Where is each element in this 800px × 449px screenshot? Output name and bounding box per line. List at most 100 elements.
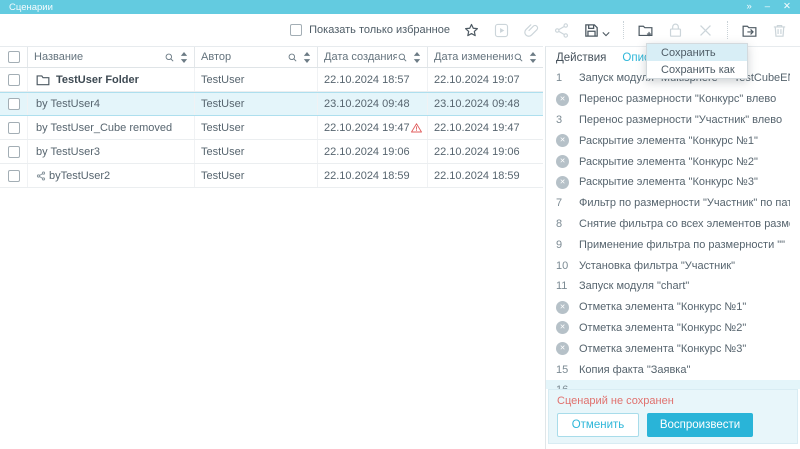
unsaved-status: Сценарий не сохранен: [557, 395, 789, 407]
sort-icon[interactable]: [180, 52, 188, 63]
row-name: TestUser Folder: [56, 74, 139, 86]
row-modified: 22.10.2024 19:47: [428, 116, 543, 139]
clear-icon[interactable]: [697, 22, 714, 39]
action-item[interactable]: Раскрытие элемента "Конкурс №2": [546, 151, 800, 172]
title-bar: Сценарии » – ✕: [0, 0, 800, 14]
search-icon[interactable]: [513, 52, 524, 63]
row-author: TestUser: [195, 68, 318, 91]
actions-list: 1Запуск модуля "Multisphere" – TestCubeE…: [546, 68, 800, 389]
action-item[interactable]: 10Установка фильтра "Участник": [546, 255, 800, 276]
row-author: TestUser: [195, 116, 318, 139]
delete-icon[interactable]: [771, 22, 788, 39]
shared-icon: [36, 171, 46, 181]
row-checkbox[interactable]: [8, 170, 20, 182]
action-item[interactable]: 8Снятие фильтра со всех элементов размер…: [546, 214, 800, 235]
replay-button[interactable]: Воспроизвести: [647, 413, 753, 437]
action-item[interactable]: Раскрытие элемента "Конкурс №3": [546, 172, 800, 193]
share-icon[interactable]: [553, 22, 570, 39]
row-checkbox[interactable]: [8, 122, 20, 134]
minimize-button[interactable]: –: [765, 0, 770, 14]
row-author: TestUser: [195, 93, 318, 115]
sort-icon[interactable]: [529, 52, 537, 63]
remove-action-icon[interactable]: [556, 301, 569, 314]
sort-icon[interactable]: [303, 52, 311, 63]
table-row[interactable]: by TestUser_Cube removed TestUser 22.10.…: [0, 116, 543, 140]
warning-icon: [410, 122, 423, 134]
tab-actions[interactable]: Действия: [556, 52, 606, 64]
row-name: byTestUser2: [49, 170, 110, 182]
table-row[interactable]: by TestUser3 TestUser 22.10.2024 19:06 2…: [0, 140, 543, 164]
table-row-folder[interactable]: TestUser Folder TestUser 22.10.2024 18:5…: [0, 68, 543, 92]
window-title: Сценарии: [9, 2, 53, 13]
table-row[interactable]: byTestUser2 TestUser 22.10.2024 18:59 22…: [0, 164, 543, 188]
row-checkbox[interactable]: [8, 74, 20, 86]
row-modified: 22.10.2024 19:06: [428, 140, 543, 163]
attach-icon[interactable]: [523, 22, 540, 39]
favorites-only-label: Показать только избранное: [309, 24, 450, 36]
toolbar: Показать только избранное: [0, 14, 800, 46]
row-modified: 22.10.2024 18:59: [428, 164, 543, 187]
row-created: 22.10.2024 19:06: [318, 140, 428, 163]
search-icon[interactable]: [164, 52, 175, 63]
action-item[interactable]: Перенос размерности "Конкурс" влево: [546, 89, 800, 110]
remove-action-icon[interactable]: [556, 134, 569, 147]
toolbar-separator: [623, 21, 624, 39]
remove-action-icon[interactable]: [556, 176, 569, 189]
select-all-cell: [0, 47, 28, 67]
search-icon[interactable]: [287, 52, 298, 63]
folder-icon: [36, 74, 50, 86]
remove-action-icon[interactable]: [556, 342, 569, 355]
favorite-star-icon[interactable]: [463, 22, 480, 39]
action-item[interactable]: 16…: [546, 380, 800, 389]
row-created: 23.10.2024 09:48: [318, 93, 428, 115]
action-item[interactable]: Отметка элемента "Конкурс №3": [546, 338, 800, 359]
row-created: 22.10.2024 19:47: [324, 122, 410, 134]
more-windows-button[interactable]: »: [746, 0, 751, 14]
search-icon[interactable]: [397, 52, 408, 63]
select-all-checkbox[interactable]: [8, 51, 20, 63]
action-item[interactable]: 3Перенос размерности "Участник" влево: [546, 110, 800, 131]
action-item[interactable]: Отметка элемента "Конкурс №2": [546, 318, 800, 339]
table-row-selected[interactable]: by TestUser4 TestUser 23.10.2024 09:48 2…: [0, 92, 543, 116]
chevron-down-icon: [602, 24, 610, 30]
column-header-author[interactable]: Автор: [195, 47, 318, 67]
folder-add-icon[interactable]: [637, 22, 654, 39]
action-item[interactable]: 15Копия факта "Заявка": [546, 359, 800, 380]
row-name: by TestUser_Cube removed: [36, 122, 172, 134]
row-modified: 23.10.2024 09:48: [428, 93, 543, 115]
remove-action-icon[interactable]: [556, 321, 569, 334]
favorites-only-checkbox[interactable]: [290, 24, 302, 36]
menu-item-save-as[interactable]: Сохранить как: [647, 61, 747, 78]
scenario-footer: Сценарий не сохранен Отменить Воспроизве…: [548, 389, 798, 444]
row-created: 22.10.2024 18:59: [318, 164, 428, 187]
save-icon: [583, 22, 600, 39]
row-checkbox[interactable]: [8, 98, 20, 110]
toolbar-separator: [727, 21, 728, 39]
sort-icon[interactable]: [413, 52, 421, 63]
scenario-detail-panel: Действия Описание 1Запуск модуля "Multis…: [545, 46, 800, 449]
row-modified: 22.10.2024 19:07: [428, 68, 543, 91]
scenarios-table: TestUser Folder TestUser 22.10.2024 18:5…: [0, 68, 543, 188]
cancel-button[interactable]: Отменить: [557, 413, 639, 437]
menu-item-save[interactable]: Сохранить: [647, 44, 747, 61]
remove-action-icon[interactable]: [556, 155, 569, 168]
play-icon[interactable]: [493, 22, 510, 39]
action-item[interactable]: 9Применение фильтра по размерности "": [546, 234, 800, 255]
action-item[interactable]: Раскрытие элемента "Конкурс №1": [546, 130, 800, 151]
row-author: TestUser: [195, 140, 318, 163]
row-checkbox[interactable]: [8, 146, 20, 158]
save-menu: Сохранить Сохранить как: [646, 43, 748, 79]
save-button[interactable]: [583, 22, 610, 39]
row-name: by TestUser4: [36, 98, 100, 110]
column-header-created[interactable]: Дата создания: [318, 47, 428, 67]
column-header-modified[interactable]: Дата изменения: [428, 47, 543, 67]
action-item[interactable]: Отметка элемента "Конкурс №1": [546, 297, 800, 318]
lock-icon[interactable]: [667, 22, 684, 39]
close-button[interactable]: ✕: [783, 0, 791, 14]
action-item[interactable]: 7Фильтр по размерности "Участник" по пат…: [546, 193, 800, 214]
column-header-name[interactable]: Название: [28, 47, 195, 67]
action-item[interactable]: 11Запуск модуля "chart": [546, 276, 800, 297]
remove-action-icon[interactable]: [556, 93, 569, 106]
scenarios-window: Сценарии » – ✕ Показать только избранное: [0, 0, 800, 449]
folder-open-icon[interactable]: [741, 22, 758, 39]
